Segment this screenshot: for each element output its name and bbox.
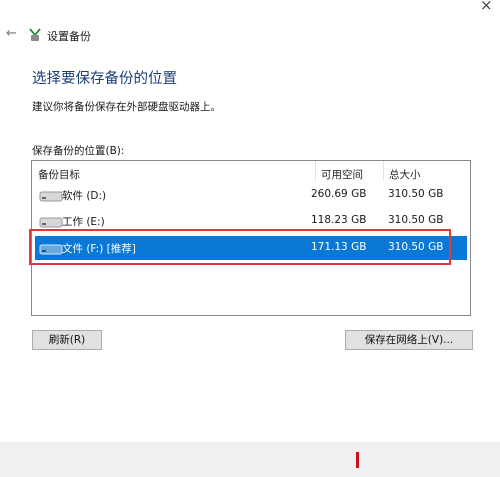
list-item[interactable]: 软件 (D:) 260.69 GB 310.50 GB: [35, 183, 467, 207]
page-heading: 选择要保存备份的位置: [32, 71, 177, 87]
close-button[interactable]: ×: [480, 0, 493, 14]
hint-text: 建议你将备份保存在外部硬盘驱动器上。: [32, 101, 221, 113]
list-label: 保存备份的位置(B):: [32, 145, 125, 157]
footer-bar: [0, 442, 500, 477]
free-space: 260.69 GB: [311, 188, 367, 200]
back-arrow-icon[interactable]: ←: [6, 26, 17, 41]
column-divider: [383, 161, 384, 181]
selection-highlight-box: [29, 229, 451, 265]
free-space: 118.23 GB: [311, 214, 367, 226]
total-size: 310.50 GB: [388, 188, 444, 200]
red-marker: [356, 452, 359, 468]
drive-icon: [39, 217, 63, 228]
column-header-target[interactable]: 备份目标: [38, 167, 80, 182]
backup-app-icon: [29, 28, 41, 41]
refresh-button[interactable]: 刷新(R): [32, 330, 102, 350]
column-divider: [315, 161, 316, 181]
column-header-total[interactable]: 总大小: [389, 167, 421, 182]
drive-name: 工作 (E:): [62, 216, 105, 228]
column-header-free[interactable]: 可用空间: [321, 167, 363, 182]
save-on-network-button[interactable]: 保存在网络上(V)...: [345, 330, 473, 350]
drive-icon: [39, 191, 63, 202]
total-size: 310.50 GB: [388, 214, 444, 226]
drive-name: 软件 (D:): [62, 190, 107, 202]
window-title: 设置备份: [47, 30, 91, 43]
